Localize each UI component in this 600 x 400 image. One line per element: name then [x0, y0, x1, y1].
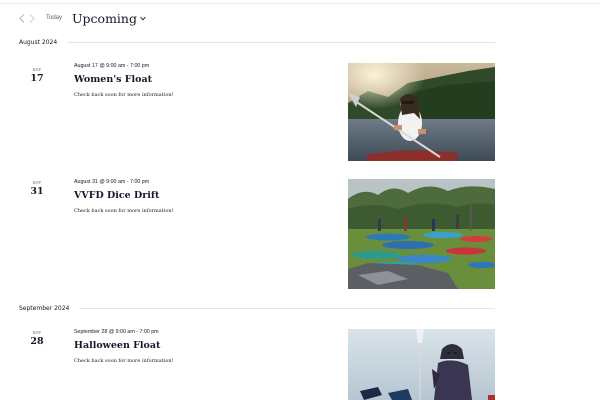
next-arrow-icon[interactable] [27, 11, 37, 25]
event-description: Check back soon for more information! [74, 208, 174, 214]
month-label: September 2024 [19, 305, 70, 312]
month-divider [79, 308, 495, 309]
month-label: August 2024 [19, 39, 58, 46]
event-datetime: August 17 @ 9:00 am - 7:00 pm [74, 63, 150, 69]
event-details: September 28 @ 9:00 am - 7:00 pm Hallowe… [74, 329, 334, 365]
date-day: 17 [30, 73, 44, 84]
month-divider [67, 42, 495, 43]
date-tag: SAT 28 [27, 330, 47, 347]
previous-arrow-icon[interactable] [17, 11, 27, 25]
event-image-kayaker[interactable] [348, 63, 495, 161]
event-details: August 17 @ 9:00 am - 7:00 pm Women's Fl… [74, 63, 334, 99]
date-day: 31 [30, 186, 44, 197]
event-description: Check back soon for more information! [74, 358, 174, 364]
event-title-link[interactable]: Halloween Float [74, 340, 334, 352]
view-selector-label: Upcoming [72, 10, 137, 26]
month-separator: September 2024 [19, 305, 495, 312]
header-divider [0, 0, 600, 4]
event-title-link[interactable]: VVFD Dice Drift [74, 190, 334, 202]
event-title-link[interactable]: Women's Float [74, 74, 334, 86]
date-day: 28 [30, 336, 44, 347]
event-datetime: September 28 @ 9:00 am - 7:00 pm [74, 329, 159, 335]
chevron-down-icon [140, 16, 146, 20]
month-separator: August 2024 [19, 39, 495, 46]
calendar-toolbar: Today Upcoming [17, 10, 146, 26]
event-row: SAT 28 September 28 @ 9:00 am - 7:00 pm … [19, 329, 495, 400]
date-tag: SAT 17 [27, 67, 47, 84]
today-button[interactable]: Today [46, 15, 62, 21]
event-row: SAT 17 August 17 @ 9:00 am - 7:00 pm Wom… [19, 63, 495, 161]
date-tag: SAT 31 [27, 180, 47, 197]
event-datetime: August 31 @ 9:00 am - 7:00 pm [74, 179, 150, 185]
view-selector[interactable]: Upcoming [72, 11, 146, 26]
event-row: SAT 31 August 31 @ 9:00 am - 7:00 pm VVF… [19, 179, 495, 289]
event-image-kayaks[interactable] [348, 179, 495, 289]
event-description: Check back soon for more information! [74, 92, 174, 98]
event-details: August 31 @ 9:00 am - 7:00 pm VVFD Dice … [74, 179, 334, 215]
event-image-halloween[interactable] [348, 329, 495, 400]
